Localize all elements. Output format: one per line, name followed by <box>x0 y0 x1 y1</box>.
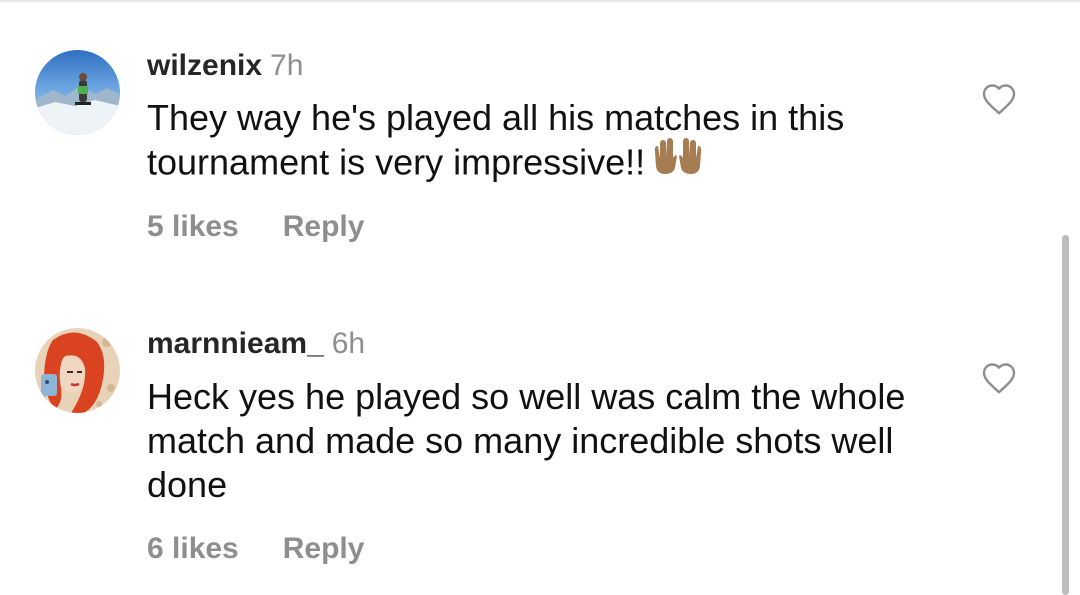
top-divider <box>0 0 1080 2</box>
username[interactable]: wilzenix <box>147 49 262 82</box>
likes-count[interactable]: 6 likes <box>147 532 239 565</box>
avatar[interactable] <box>35 328 120 413</box>
avatar-image <box>35 50 120 135</box>
reply-button[interactable]: Reply <box>283 210 365 243</box>
heart-outline-icon <box>982 84 1016 115</box>
reply-button[interactable]: Reply <box>283 532 365 565</box>
raising-hands-emoji-icon <box>651 136 705 186</box>
likes-count[interactable]: 5 likes <box>147 210 239 243</box>
comment-meta: 5 likes Reply <box>147 209 364 245</box>
avatar-image <box>35 328 120 413</box>
username-line: wilzenix 7h <box>147 48 303 84</box>
username-line: marnnieam_ 6h <box>147 326 365 362</box>
comment-time: 7h <box>270 49 304 82</box>
comment-body: They way he's played all his matches in … <box>147 97 845 183</box>
scrollbar[interactable] <box>1062 235 1069 595</box>
heart-outline-icon <box>982 363 1016 394</box>
comment-meta: 6 likes Reply <box>147 531 364 567</box>
like-button[interactable] <box>981 361 1017 395</box>
username[interactable]: marnnieam_ <box>147 327 324 360</box>
comment-text: They way he's played all his matches in … <box>147 96 947 190</box>
comment-text: Heck yes he played so well was calm the … <box>147 375 947 507</box>
avatar[interactable] <box>35 50 120 135</box>
comment-body: Heck yes he played so well was calm the … <box>147 376 906 505</box>
like-button[interactable] <box>981 82 1017 116</box>
comment-time: 6h <box>331 327 366 360</box>
